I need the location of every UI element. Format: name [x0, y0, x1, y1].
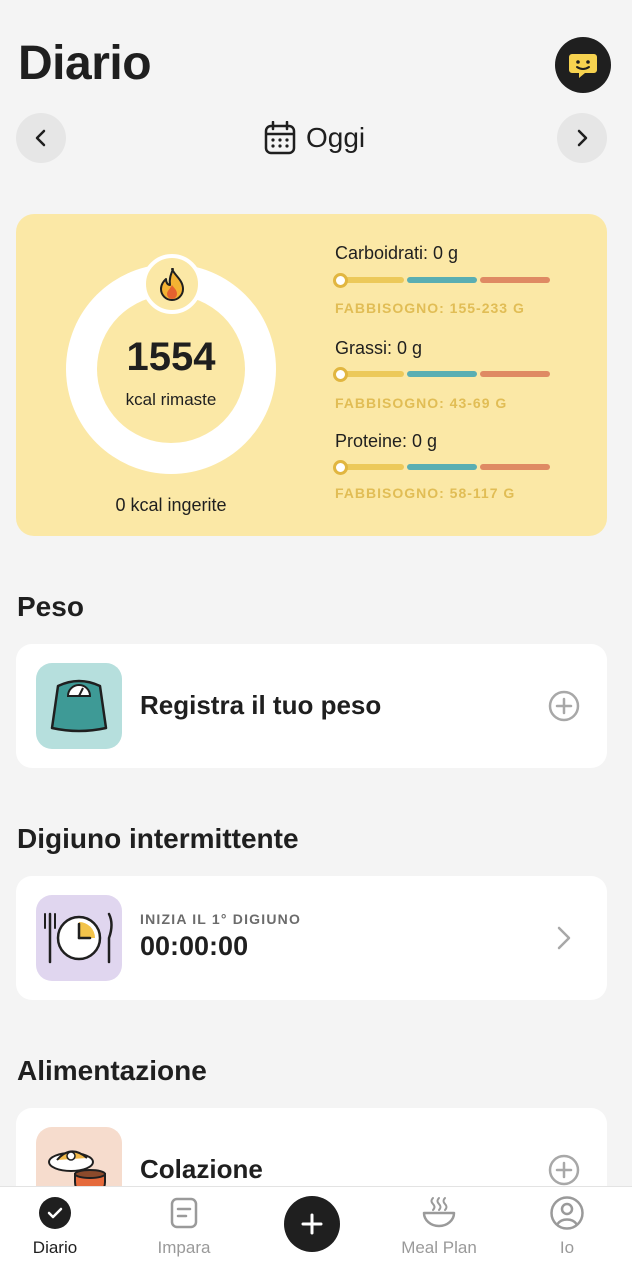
weight-section-title: Peso	[17, 591, 84, 622]
add-button[interactable]	[284, 1196, 340, 1252]
fasting-timer: 00:00:00	[140, 931, 249, 961]
carbs-label: Carboidrati: 0 g	[335, 243, 459, 263]
fasting-illustration	[36, 895, 122, 981]
protein-requirement: FABBISOGNO: 58-117 G	[335, 485, 516, 501]
carbs-progress-marker	[333, 273, 348, 288]
kcal-remaining-value: 1554	[126, 335, 216, 379]
protein-progress-marker	[333, 460, 348, 475]
kcal-remaining-label: kcal rimaste	[125, 390, 217, 409]
plus-icon	[301, 1213, 323, 1235]
date-label: Oggi	[306, 122, 366, 153]
date-selector[interactable]: Oggi	[264, 118, 365, 158]
page-title: Diario	[18, 37, 152, 90]
kcal-eaten-label: 0 kcal ingerite	[115, 495, 227, 515]
chevron-right-icon[interactable]	[554, 925, 574, 951]
food-section-title: Alimentazione	[17, 1055, 207, 1086]
next-day-button[interactable]	[557, 113, 607, 163]
chat-icon	[569, 54, 597, 78]
carbs-requirement: FABBISOGNO: 155-233 G	[335, 300, 525, 316]
scale-illustration	[36, 663, 122, 749]
flame-badge	[142, 254, 202, 314]
scale-icon	[50, 679, 108, 733]
tab-io[interactable]: Io	[517, 1196, 617, 1258]
carbs-progress-bar	[334, 275, 550, 285]
previous-day-button[interactable]	[16, 113, 66, 163]
tab-meal-plan-label: Meal Plan	[401, 1238, 477, 1257]
tab-impara-label: Impara	[157, 1238, 211, 1257]
fat-requirement: FABBISOGNO: 43-69 G	[335, 395, 508, 411]
chat-button[interactable]	[555, 37, 611, 93]
log-weight-label: Registra il tuo peso	[140, 690, 382, 720]
fat-progress-marker	[333, 367, 348, 382]
fat-progress-bar	[334, 369, 550, 379]
profile-icon	[550, 1196, 584, 1230]
document-icon	[170, 1197, 198, 1229]
chevron-right-icon	[577, 129, 588, 147]
bowl-icon	[422, 1197, 456, 1228]
fasting-caption: INIZIA IL 1° DIGIUNO	[140, 911, 302, 927]
tab-diario-label: Diario	[32, 1238, 78, 1257]
check-circle-icon	[39, 1197, 71, 1229]
tab-meal-plan[interactable]: Meal Plan	[389, 1196, 489, 1258]
fat-label: Grassi: 0 g	[335, 338, 423, 358]
calendar-icon	[264, 121, 296, 155]
tab-diario[interactable]: Diario	[5, 1196, 105, 1258]
breakfast-label: Colazione	[140, 1154, 263, 1184]
flame-icon	[160, 268, 184, 301]
chevron-left-icon	[35, 129, 46, 147]
tab-io-label: Io	[559, 1238, 575, 1257]
tab-impara[interactable]: Impara	[134, 1196, 234, 1258]
add-weight-icon[interactable]	[548, 690, 580, 722]
protein-label: Proteine: 0 g	[335, 431, 438, 451]
add-breakfast-icon[interactable]	[548, 1154, 580, 1186]
plate-clock-icon	[44, 912, 113, 964]
protein-progress-bar	[334, 462, 550, 472]
fasting-section-title: Digiuno intermittente	[17, 823, 299, 854]
